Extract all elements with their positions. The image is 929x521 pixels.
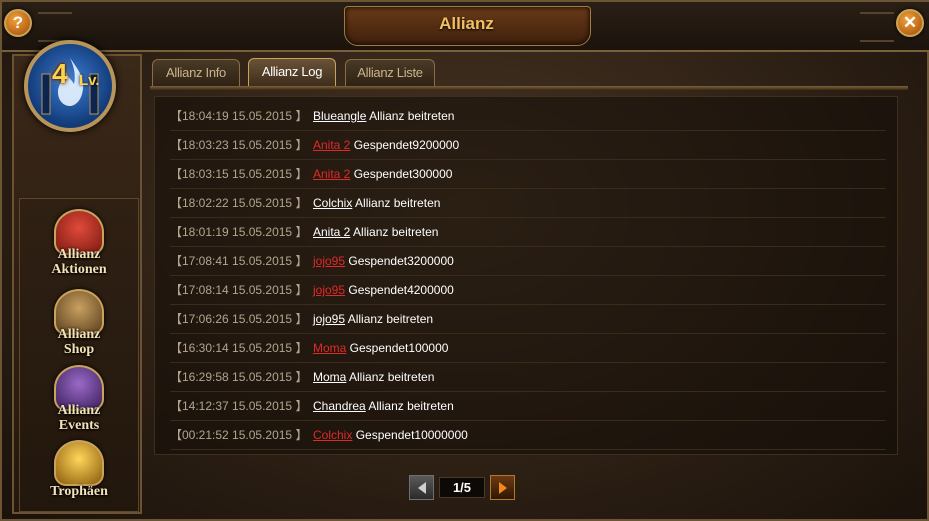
alliance-window: Allianz ? ✕ 4 Lv. Allianz Aktionen Allian… [0,0,929,521]
log-player-link[interactable]: Moma [313,341,346,355]
log-timestamp: 【16:29:58 15.05.2015 】 [170,370,308,384]
log-action: Allianz beitreten [350,225,439,239]
log-timestamp: 【16:30:14 15.05.2015 】 [170,341,308,355]
close-icon: ✕ [902,13,918,32]
alliance-level-suffix: Lv. [79,72,100,89]
window-title: Allianz [439,14,494,33]
tab-underline [150,86,908,90]
corner-ornament-left [38,12,72,42]
log-action: Allianz beitreten [365,399,454,413]
log-timestamp: 【17:08:41 15.05.2015 】 [170,254,308,268]
log-player-link[interactable]: Colchix [313,428,352,442]
log-action: Gespendet3200000 [345,254,454,268]
log-action: Gespendet10000000 [352,428,468,442]
help-icon: ? [12,13,24,32]
arrow-left-icon [417,481,426,494]
log-timestamp: 【17:08:14 15.05.2015 】 [170,283,308,297]
menu-label: Allianz Events [57,403,101,433]
tab-alliance-list[interactable]: Allianz Liste [345,59,435,86]
log-row: 【18:03:23 15.05.2015 】 Anita 2 Gespendet9… [170,131,886,160]
log-action: Allianz beitreten [352,196,441,210]
log-row: 【18:03:15 15.05.2015 】 Anita 2 Gespendet3… [170,160,886,189]
log-timestamp: 【00:21:52 15.05.2015 】 [170,428,308,442]
log-timestamp: 【18:02:22 15.05.2015 】 [170,196,308,210]
corner-ornament-right [860,12,894,42]
log-row: 【18:04:19 15.05.2015 】 Blueangle Allianz … [170,102,886,131]
blue-flame-shield-icon [24,40,116,132]
log-timestamp: 【18:04:19 15.05.2015 】 [170,109,308,123]
menu-alliance-actions[interactable]: Allianz Aktionen [19,209,139,277]
close-button[interactable]: ✕ [896,9,924,37]
log-player-link[interactable]: Blueangle [313,109,366,123]
log-row: 【14:12:37 15.05.2015 】 Chandrea Allianz b… [170,392,886,421]
log-player-link[interactable]: Moma [313,370,346,384]
log-timestamp: 【18:01:19 15.05.2015 】 [170,225,308,239]
menu-label: Allianz Aktionen [51,247,107,277]
tab-alliance-info[interactable]: Allianz Info [152,59,240,86]
log-row: 【00:21:52 15.05.2015 】 Colchix Gespendet1… [170,421,886,450]
log-timestamp: 【18:03:23 15.05.2015 】 [170,138,308,152]
log-timestamp: 【14:12:37 15.05.2015 】 [170,399,308,413]
log-row: 【17:06:26 15.05.2015 】 jojo95 Allianz bei… [170,305,886,334]
alliance-level-number: 4 [52,58,68,89]
log-action: Allianz beitreten [346,370,435,384]
log-action: Gespendet100000 [346,341,449,355]
log-action: Allianz beitreten [345,312,434,326]
log-row: 【16:29:58 15.05.2015 】 Moma Allianz beitr… [170,363,886,392]
log-player-link[interactable]: jojo95 [313,283,345,297]
menu-label: Allianz Shop [57,327,101,357]
next-page-button[interactable] [490,475,515,500]
log-action: Gespendet300000 [350,167,453,181]
log-player-link[interactable]: Anita 2 [313,225,350,239]
page-indicator: 1/5 [439,477,485,498]
log-action: Gespendet9200000 [350,138,460,152]
log-action: Allianz beitreten [366,109,455,123]
tab-alliance-log[interactable]: Allianz Log [248,58,336,87]
log-player-link[interactable]: jojo95 [313,312,345,326]
log-player-link[interactable]: jojo95 [313,254,345,268]
prev-page-button[interactable] [409,475,434,500]
log-row: 【18:01:19 15.05.2015 】 Anita 2 Allianz be… [170,218,886,247]
log-row: 【18:02:22 15.05.2015 】 Colchix Allianz be… [170,189,886,218]
log-action: Gespendet4200000 [345,283,454,297]
log-player-link[interactable]: Colchix [313,196,352,210]
arrow-right-icon [498,481,507,494]
log-timestamp: 【18:03:15 15.05.2015 】 [170,167,308,181]
menu-trophies[interactable]: Trophäen [19,440,139,499]
log-row: 【16:30:14 15.05.2015 】 Moma Gespendet1000… [170,334,886,363]
log-row: 【17:08:41 15.05.2015 】 jojo95 Gespendet32… [170,247,886,276]
log-player-link[interactable]: Anita 2 [313,138,350,152]
menu-alliance-events[interactable]: Allianz Events [19,365,139,433]
log-player-link[interactable]: Chandrea [313,399,366,413]
menu-label: Trophäen [50,484,108,499]
trophy-icon [54,440,104,486]
log-row: 【17:08:14 15.05.2015 】 jojo95 Gespendet42… [170,276,886,305]
log-timestamp: 【17:06:26 15.05.2015 】 [170,312,308,326]
log-player-link[interactable]: Anita 2 [313,167,350,181]
help-button[interactable]: ? [4,9,32,37]
menu-alliance-shop[interactable]: Allianz Shop [19,289,139,357]
